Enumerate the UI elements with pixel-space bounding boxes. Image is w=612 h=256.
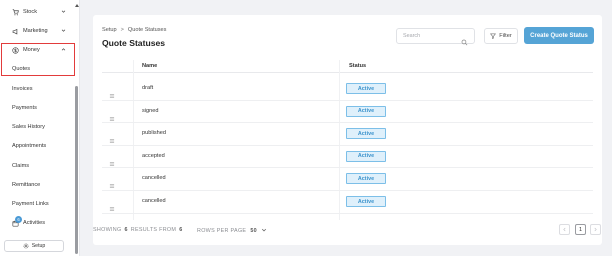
chevron-right-icon (594, 227, 597, 232)
table-row[interactable]: signed Active (102, 101, 593, 124)
status-badge: Active (346, 105, 386, 117)
rows-per-page-select[interactable]: ROWS PER PAGE 50 (197, 227, 267, 235)
sidebar-item-label: Activities (23, 220, 46, 226)
column-header-status[interactable]: Status (349, 63, 366, 69)
table-row[interactable]: published Active (102, 123, 593, 146)
results-summary: SHOWING 6 RESULTS FROM 6 (93, 227, 186, 233)
breadcrumb-separator-icon: > (120, 27, 124, 33)
showing-count: 6 (124, 227, 128, 233)
table-row[interactable]: accepted Active (102, 146, 593, 169)
sidebar: Stock Marketing Money Quotes Invoices Pa… (0, 0, 80, 256)
row-name: draft (142, 85, 154, 91)
filter-button[interactable]: Filter (484, 28, 518, 44)
sidebar-item-label: Money (23, 47, 40, 53)
showing-label: SHOWING (93, 227, 122, 233)
status-badge: Active (346, 128, 386, 140)
setup-button[interactable]: Setup (4, 240, 64, 252)
search-icon[interactable] (461, 33, 468, 51)
sidebar-item-stock[interactable]: Stock (0, 5, 73, 19)
main-card: Setup > Quote Statuses Quote Statuses Fi… (93, 15, 602, 245)
sidebar-subitem-invoices[interactable]: Invoices (12, 86, 33, 92)
sidebar-subitem-remittance[interactable]: Remittance (12, 182, 40, 188)
setup-label: Setup (31, 243, 46, 249)
row-name: cancelled (142, 175, 166, 182)
search-input[interactable] (403, 33, 463, 39)
next-page-button[interactable] (590, 224, 601, 235)
table-header: Name Status (102, 60, 593, 73)
sidebar-item-activities[interactable]: Activities (0, 216, 73, 230)
chevron-down-icon[interactable] (261, 227, 267, 235)
row-name: signed (142, 107, 159, 114)
status-badge: Active (346, 150, 386, 162)
table-row[interactable]: draft Active (102, 78, 593, 101)
sidebar-subitem-sales-history[interactable]: Sales History (12, 124, 45, 130)
previous-page-button[interactable] (559, 224, 570, 235)
sidebar-subitem-payments[interactable]: Payments (12, 105, 37, 111)
drag-handle-icon[interactable] (109, 199, 115, 217)
status-badge: Active (346, 83, 386, 94)
page-number-button[interactable]: 1 (575, 224, 586, 235)
row-name: cancelled (142, 198, 166, 204)
chevron-down-icon (61, 9, 66, 16)
sidebar-scrollbar-thumb[interactable] (75, 86, 78, 254)
chevron-up-icon (61, 47, 66, 54)
breadcrumb: Setup > Quote Statuses (102, 27, 166, 33)
sidebar-item-money[interactable]: Money (0, 43, 73, 57)
sidebar-subitem-payment-links[interactable]: Payment Links (12, 201, 49, 207)
rows-per-page-value: 50 (250, 228, 257, 234)
results-total: 6 (179, 227, 183, 233)
create-quote-status-button[interactable]: Create Quote Status (524, 27, 594, 44)
breadcrumb-setup[interactable]: Setup (102, 27, 117, 33)
results-from-label: RESULTS FROM (130, 227, 177, 233)
sidebar-item-marketing[interactable]: Marketing (0, 24, 73, 38)
status-badge: Active (346, 173, 386, 185)
sidebar-item-label: Stock (23, 9, 37, 15)
filter-icon (490, 33, 497, 39)
megaphone-icon (11, 27, 19, 35)
cart-icon (11, 8, 19, 16)
sidebar-subitem-appointments[interactable]: Appointments (12, 143, 46, 149)
chevron-left-icon (563, 227, 566, 232)
table-row[interactable]: cancelled Active (102, 168, 593, 191)
sidebar-subitem-quotes[interactable]: Quotes (12, 66, 30, 72)
chevron-down-icon (61, 28, 66, 35)
column-header-name[interactable]: Name (142, 63, 157, 69)
rows-per-page-label: ROWS PER PAGE (197, 228, 247, 234)
scroll-up-arrow[interactable] (75, 4, 79, 7)
dollar-icon (11, 46, 19, 54)
breadcrumb-current: Quote Statuses (127, 27, 167, 33)
row-name: published (142, 130, 166, 137)
sidebar-subitem-claims[interactable]: Claims (12, 163, 29, 169)
sidebar-item-label: Marketing (23, 28, 48, 34)
table-row[interactable]: cancelled Active (102, 191, 593, 214)
row-name: accepted (142, 152, 165, 159)
activities-badge: 6 (15, 216, 22, 223)
status-badge: Active (346, 196, 386, 207)
search-box[interactable] (396, 28, 475, 46)
page-title: Quote Statuses (102, 38, 166, 48)
gear-icon (23, 243, 29, 249)
filter-label: Filter (499, 33, 512, 39)
